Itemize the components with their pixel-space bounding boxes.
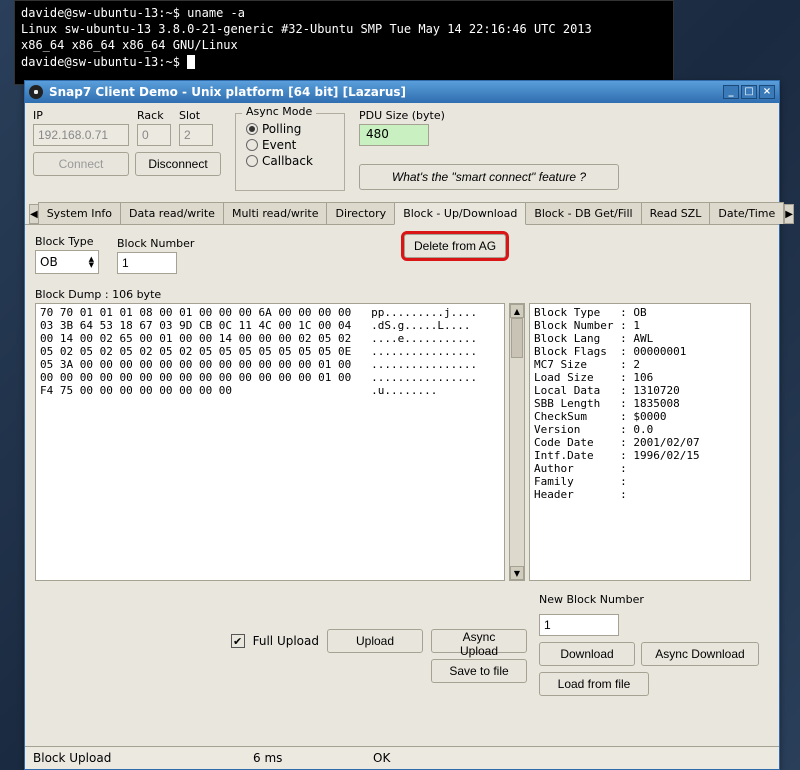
async-download-button[interactable]: Async Download [641,642,759,666]
async-mode-group: Async Mode Polling Event Callback [235,113,345,191]
block-type-select[interactable]: OB ▲▼ [35,250,99,274]
terminal-cursor [187,55,195,69]
radio-dot-icon [246,139,258,151]
spinner-icon: ▲▼ [89,256,94,268]
tab-system-info[interactable]: System Info [38,202,121,224]
radio-callback[interactable]: Callback [246,154,334,168]
ip-field [33,124,129,146]
rack-label: Rack [137,109,171,122]
status-bar: Block Upload 6 ms OK [25,746,779,769]
ip-label: IP [33,109,129,122]
tab-read-szl[interactable]: Read SZL [641,202,711,224]
radio-dot-icon [246,123,258,135]
radio-event[interactable]: Event [246,138,334,152]
block-number-label: Block Number [117,237,194,250]
slot-label: Slot [179,109,213,122]
status-time: 6 ms [253,751,333,765]
download-button[interactable]: Download [539,642,635,666]
new-block-number-field[interactable] [539,614,619,636]
app-window: Snap7 Client Demo - Unix platform [64 bi… [24,80,780,770]
minimize-button[interactable]: _ [723,85,739,99]
full-upload-label: Full Upload [253,634,319,648]
connect-button: Connect [33,152,129,176]
radio-polling[interactable]: Polling [246,122,334,136]
new-block-number-label: New Block Number [539,593,769,606]
delete-from-ag-button[interactable]: Delete from AG [401,231,509,261]
save-to-file-button[interactable]: Save to file [431,659,527,683]
tab-block-db[interactable]: Block - DB Get/Fill [525,202,641,224]
full-upload-checkbox[interactable]: ✔ [231,634,245,648]
rack-field [137,124,171,146]
status-op: Block Upload [33,751,213,765]
async-title: Async Mode [242,105,316,118]
titlebar[interactable]: Snap7 Client Demo - Unix platform [64 bi… [25,81,779,103]
radio-dot-icon [246,155,258,167]
pdu-value: 480 [359,124,429,146]
tab-data-rw[interactable]: Data read/write [120,202,224,224]
block-number-field[interactable] [117,252,177,274]
close-button[interactable]: × [759,85,775,99]
tab-block-updown[interactable]: Block - Up/Download [394,202,526,225]
scroll-down-icon[interactable]: ▼ [510,566,524,580]
tab-strip: ◀ System Info Data read/write Multi read… [25,201,779,225]
dump-scrollbar[interactable]: ▲ ▼ [509,303,525,581]
smart-connect-button[interactable]: What's the "smart connect" feature ? [359,164,619,190]
tab-content: Block Type OB ▲▼ Block Number Delete fro… [25,225,779,746]
terminal-cmd: uname -a [187,6,245,20]
terminal-window: davide@sw-ubuntu-13:~$ uname -a Linux sw… [14,0,674,85]
tab-directory[interactable]: Directory [326,202,395,224]
scroll-up-icon[interactable]: ▲ [510,304,524,318]
block-type-value: OB [40,255,58,269]
window-title: Snap7 Client Demo - Unix platform [64 bi… [49,85,406,99]
status-result: OK [373,751,390,765]
block-info-box: Block Type : OB Block Number : 1 Block L… [529,303,751,581]
pdu-label: PDU Size (byte) [359,109,619,122]
block-dump-box[interactable]: 70 70 01 01 01 08 00 01 00 00 00 6A 00 0… [35,303,505,581]
tab-datetime[interactable]: Date/Time [709,202,784,224]
block-type-label: Block Type [35,235,99,248]
maximize-button[interactable]: □ [741,85,757,99]
terminal-output: x86_64 x86_64 x86_64 GNU/Linux [21,38,238,52]
tab-scroll-right[interactable]: ▶ [784,204,794,224]
slot-field [179,124,213,146]
scroll-thumb[interactable] [511,318,523,358]
app-icon [29,85,43,99]
tab-multi-rw[interactable]: Multi read/write [223,202,328,224]
block-dump-label: Block Dump : 106 byte [35,288,769,301]
async-upload-button[interactable]: Async Upload [431,629,527,653]
disconnect-button[interactable]: Disconnect [135,152,221,176]
terminal-prompt: davide@sw-ubuntu-13:~$ [21,6,187,20]
load-from-file-button[interactable]: Load from file [539,672,649,696]
upload-button[interactable]: Upload [327,629,423,653]
terminal-prompt: davide@sw-ubuntu-13:~$ [21,55,187,69]
terminal-output: Linux sw-ubuntu-13 3.8.0-21-generic #32-… [21,22,592,36]
